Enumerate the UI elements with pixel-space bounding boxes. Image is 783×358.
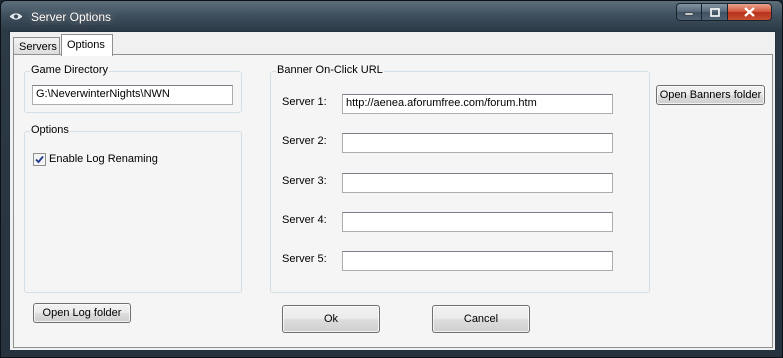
checkmark-icon <box>35 155 44 164</box>
server-4-label: Server 4: <box>282 214 327 226</box>
tab-options-label: Options <box>67 39 105 51</box>
banner-url-group: Banner On-Click URL Server 1: http://aen… <box>270 64 650 293</box>
minimize-icon <box>684 12 694 16</box>
game-directory-label: Game Directory <box>30 64 110 76</box>
title-bar[interactable]: Server Options <box>1 1 782 31</box>
cancel-button[interactable]: Cancel <box>432 305 530 333</box>
close-button[interactable] <box>728 3 772 21</box>
maximize-icon <box>709 7 720 17</box>
caption-buttons <box>676 3 772 21</box>
server-5-label: Server 5: <box>282 253 327 265</box>
options-tab-panel: Game Directory G:\NeverwinterNights\NWN … <box>13 54 773 348</box>
client-area: Servers Options Game Directory G:\Neverw… <box>9 31 776 351</box>
enable-log-renaming-label[interactable]: Enable Log Renaming <box>49 153 158 165</box>
open-log-folder-button[interactable]: Open Log folder <box>33 303 131 323</box>
tab-options[interactable]: Options <box>61 34 113 56</box>
server-1-label: Server 1: <box>282 96 327 108</box>
close-icon <box>744 7 755 17</box>
server-2-url-input[interactable] <box>342 133 613 153</box>
game-directory-group: Game Directory G:\NeverwinterNights\NWN <box>24 64 242 113</box>
tab-servers[interactable]: Servers <box>13 37 60 55</box>
server-3-label: Server 3: <box>282 175 327 187</box>
server-5-url-input[interactable] <box>342 251 613 271</box>
game-directory-field[interactable]: G:\NeverwinterNights\NWN <box>32 85 233 105</box>
banner-url-label: Banner On-Click URL <box>276 64 384 76</box>
minimize-button[interactable] <box>676 3 702 21</box>
server-4-url-input[interactable] <box>342 212 613 232</box>
maximize-button[interactable] <box>702 3 728 21</box>
ok-button[interactable]: Ok <box>282 305 380 333</box>
nwn-eye-icon <box>10 13 22 20</box>
tab-servers-label: Servers <box>19 41 57 53</box>
open-banners-folder-button[interactable]: Open Banners folder <box>656 85 765 105</box>
options-group-label: Options <box>30 124 70 136</box>
server-1-url-input[interactable]: http://aenea.aforumfree.com/forum.htm <box>342 94 613 114</box>
server-3-url-input[interactable] <box>342 173 613 193</box>
enable-log-renaming-checkbox[interactable] <box>33 153 46 166</box>
options-group: Options Enable Log Renaming <box>24 124 242 293</box>
server-options-window: Server Options Servers Options Game Dire… <box>0 0 783 358</box>
window-title: Server Options <box>31 10 112 24</box>
server-2-label: Server 2: <box>282 135 327 147</box>
